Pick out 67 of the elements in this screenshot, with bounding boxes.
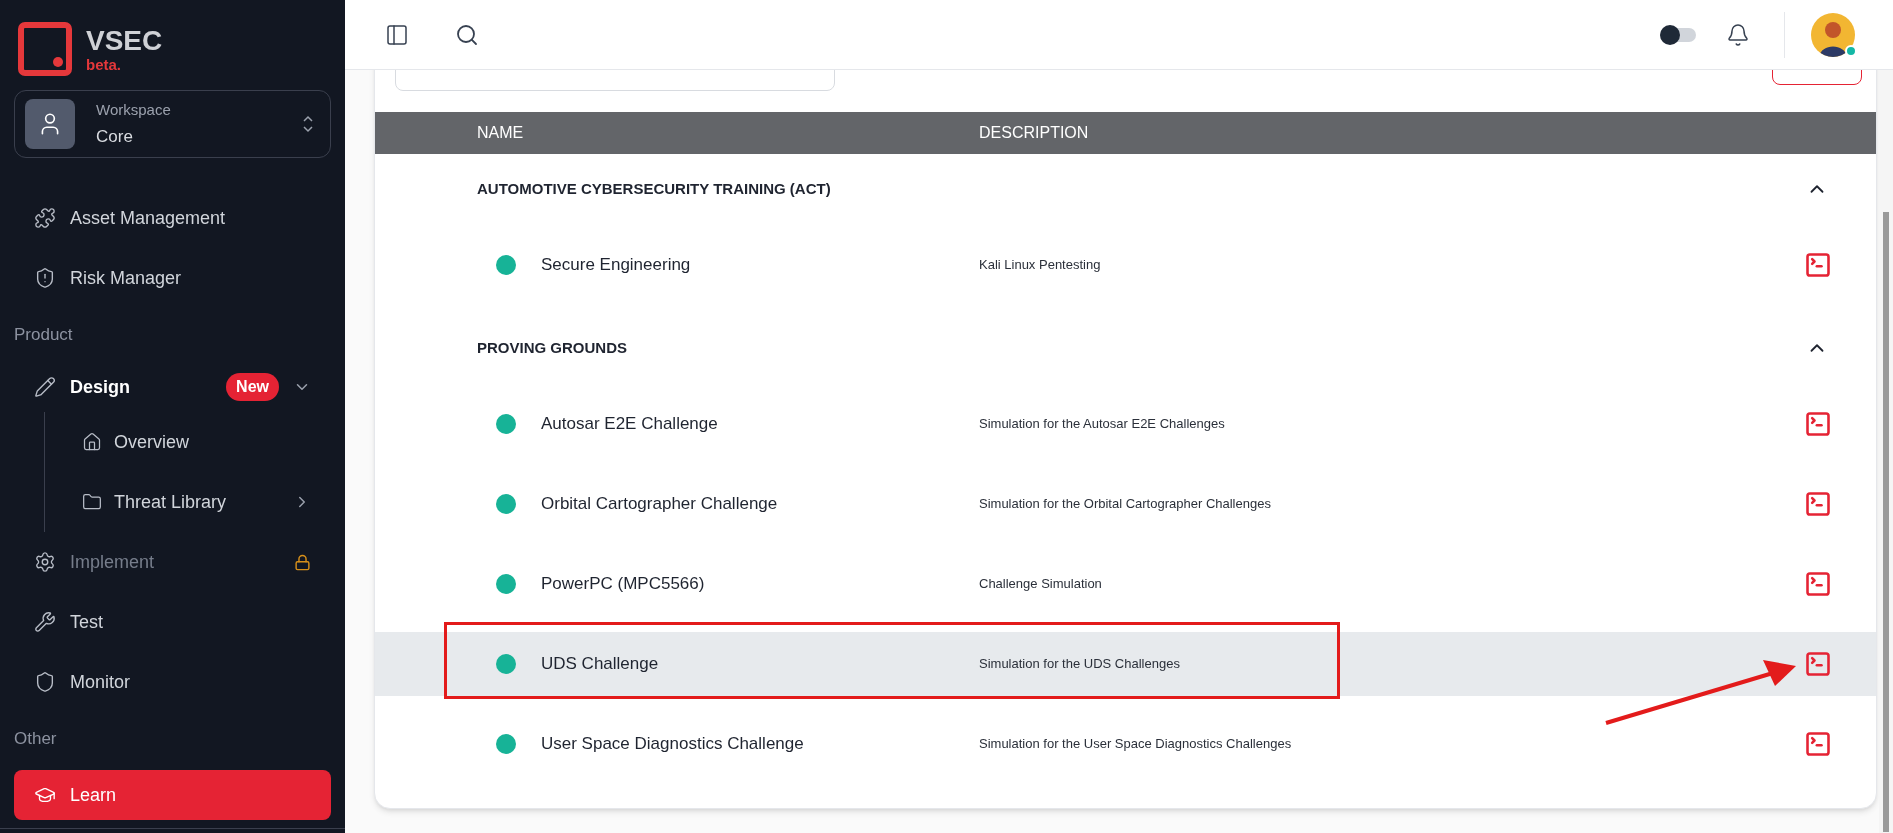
challenge-name: UDS Challenge	[541, 653, 660, 676]
nav-item[interactable]: Monitor	[14, 652, 331, 712]
terminal-icon	[1804, 410, 1832, 438]
bell-icon	[1726, 22, 1750, 47]
folder-icon	[82, 492, 102, 512]
logo-tag: beta.	[86, 56, 163, 72]
challenge-name: PowerPC (MPC5566)	[541, 573, 706, 596]
section-heading: Product	[13, 324, 74, 347]
search-icon	[455, 22, 479, 47]
table-row[interactable]: Secure Engineering Kali Linux Pentesting	[375, 233, 1876, 297]
scrollbar[interactable]	[1879, 70, 1893, 833]
terminal-icon	[1804, 490, 1832, 518]
nav-item[interactable]: Learn	[14, 770, 331, 820]
column-header: NAME	[477, 123, 525, 143]
table-row[interactable]: UDS Challenge Simulation for the UDS Challenges	[375, 632, 1876, 696]
nav-item[interactable]: Risk Manager	[14, 248, 331, 308]
group-title: AUTOMOTIVE CYBERSECURITY TRAINING (ACT)	[477, 179, 832, 199]
new-badge: New	[226, 373, 279, 401]
challenge-description: Simulation for the Autosar E2E Challenges	[979, 415, 1226, 434]
home-icon	[82, 432, 102, 452]
section-heading: Other	[13, 728, 58, 751]
nav-subitem[interactable]: Overview	[45, 412, 345, 472]
challenge-name: Secure Engineering	[541, 254, 692, 277]
challenge-description: Simulation for the UDS Challenges	[979, 655, 1181, 674]
table-row[interactable]: Autosar E2E Challenge Simulation for the Autosar E2E Challenges	[375, 392, 1876, 456]
terminal-button[interactable]	[1804, 251, 1832, 279]
puzzle-icon	[34, 207, 56, 229]
column-header: DESCRIPTION	[979, 123, 1089, 143]
challenge-description: Challenge Simulation	[979, 575, 1103, 594]
gear-icon	[34, 551, 56, 573]
nav-item[interactable]: Implement	[14, 532, 331, 592]
nav-item[interactable]: Test	[14, 592, 331, 652]
terminal-icon	[1804, 251, 1832, 279]
challenge-description: Simulation for the User Space Diagnostics Challenges	[979, 735, 1293, 754]
logo-name: VSEC	[86, 26, 163, 55]
challenge-description: Kali Linux Pentesting	[979, 256, 1102, 275]
nav-subitem[interactable]: Threat Library	[45, 472, 345, 532]
logo-icon	[18, 22, 72, 76]
table-row[interactable]: Orbital Cartographer Challenge Simulation for the Orbital Cartographer Challenges	[375, 472, 1876, 536]
terminal-button[interactable]	[1804, 490, 1832, 518]
challenge-name: Orbital Cartographer Challenge	[541, 493, 779, 516]
challenge-name: Autosar E2E Challenge	[541, 413, 719, 436]
pencil-icon	[34, 376, 56, 398]
nav-item[interactable]: Design New	[14, 362, 331, 412]
terminal-button[interactable]	[1804, 410, 1832, 438]
terminal-button[interactable]	[1804, 730, 1832, 758]
workspace-label: Workspace	[96, 99, 172, 120]
workspace-name: Core	[96, 126, 134, 148]
table-row[interactable]: User Space Diagnostics Challenge Simulation for the User Space Diagnostics Challenges	[375, 712, 1876, 776]
terminal-button[interactable]	[1804, 650, 1832, 678]
challenge-name: User Space Diagnostics Challenge	[541, 733, 805, 756]
table-row[interactable]: PowerPC (MPC5566) Challenge Simulation	[375, 552, 1876, 616]
nav-item[interactable]: Asset Management	[14, 188, 331, 248]
avatar[interactable]	[1811, 12, 1855, 57]
shield-icon	[34, 671, 56, 693]
theme-toggle[interactable]	[1660, 27, 1696, 42]
terminal-icon	[1804, 570, 1832, 598]
wrench-icon	[34, 611, 56, 633]
group-title: PROVING GROUNDS	[477, 338, 628, 358]
shield-alert-icon	[34, 267, 56, 289]
terminal-icon	[1804, 650, 1832, 678]
sidebar-icon	[385, 22, 409, 47]
terminal-icon	[1804, 730, 1832, 758]
challenge-description: Simulation for the Orbital Cartographer Challenges	[979, 495, 1272, 514]
terminal-button[interactable]	[1804, 570, 1832, 598]
workspace-selector[interactable]: Workspace Core	[14, 90, 331, 158]
up-down-chevron-icon	[302, 114, 314, 134]
